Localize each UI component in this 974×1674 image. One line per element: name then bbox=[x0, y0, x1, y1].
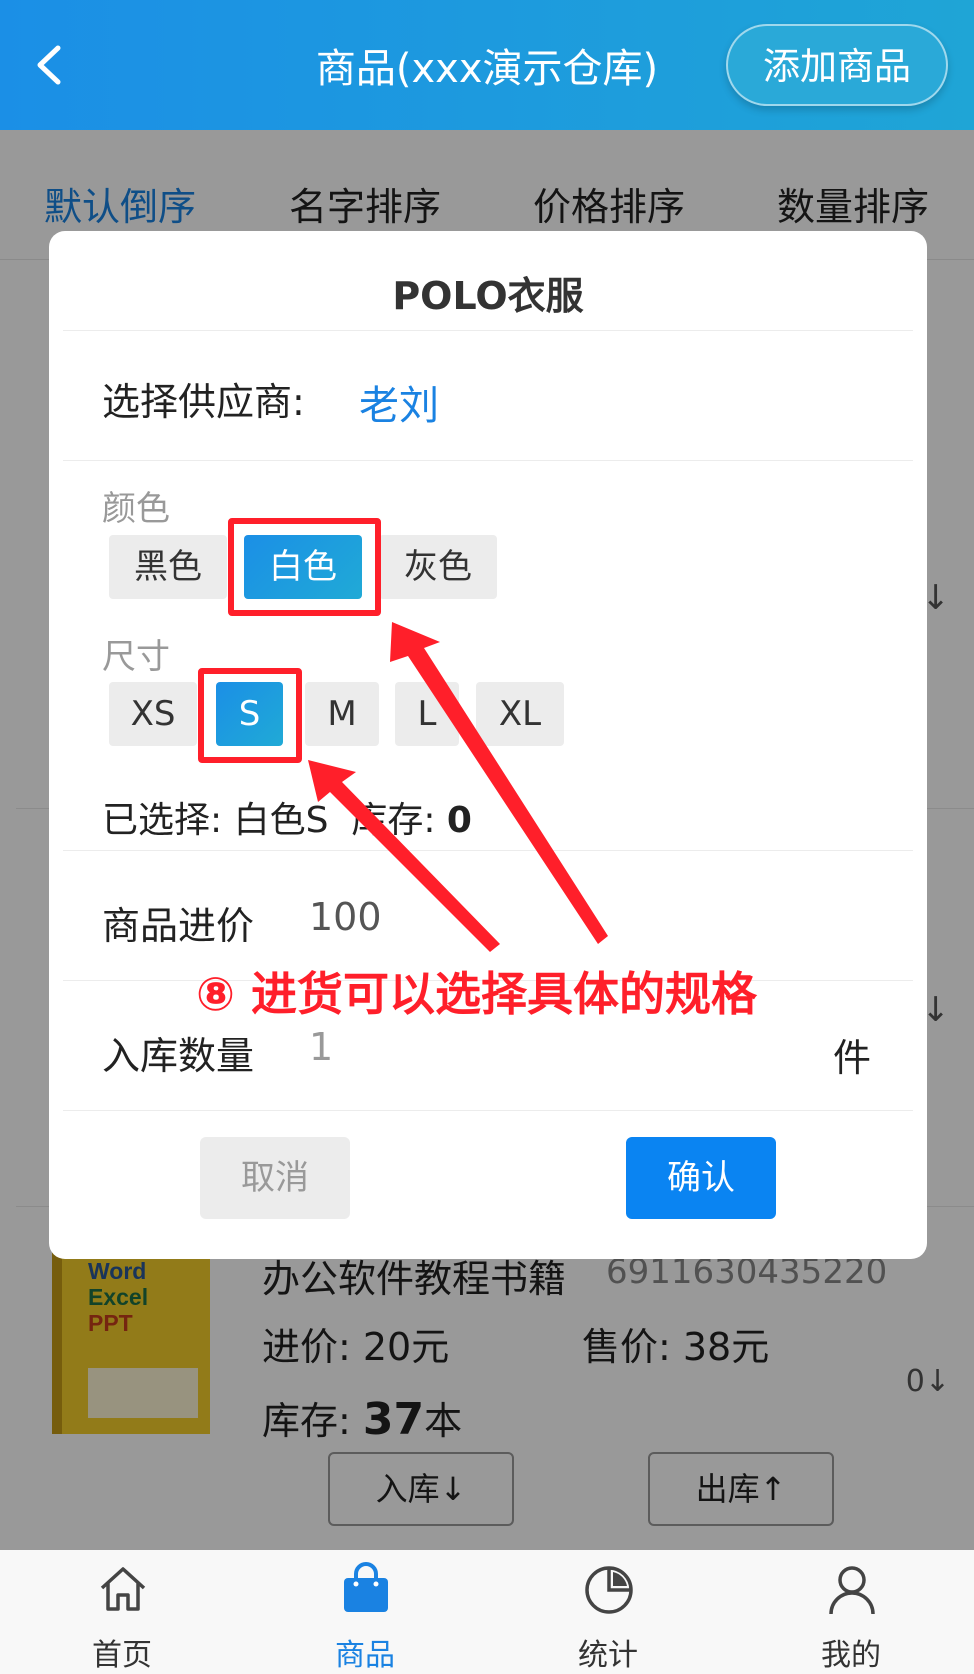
annotation-arrow-color bbox=[390, 622, 608, 944]
annotation-caption: ⑧ 进货可以选择具体的规格 bbox=[196, 967, 757, 1021]
annotation-arrows bbox=[308, 622, 608, 952]
annotation-arrow-size bbox=[308, 760, 500, 952]
